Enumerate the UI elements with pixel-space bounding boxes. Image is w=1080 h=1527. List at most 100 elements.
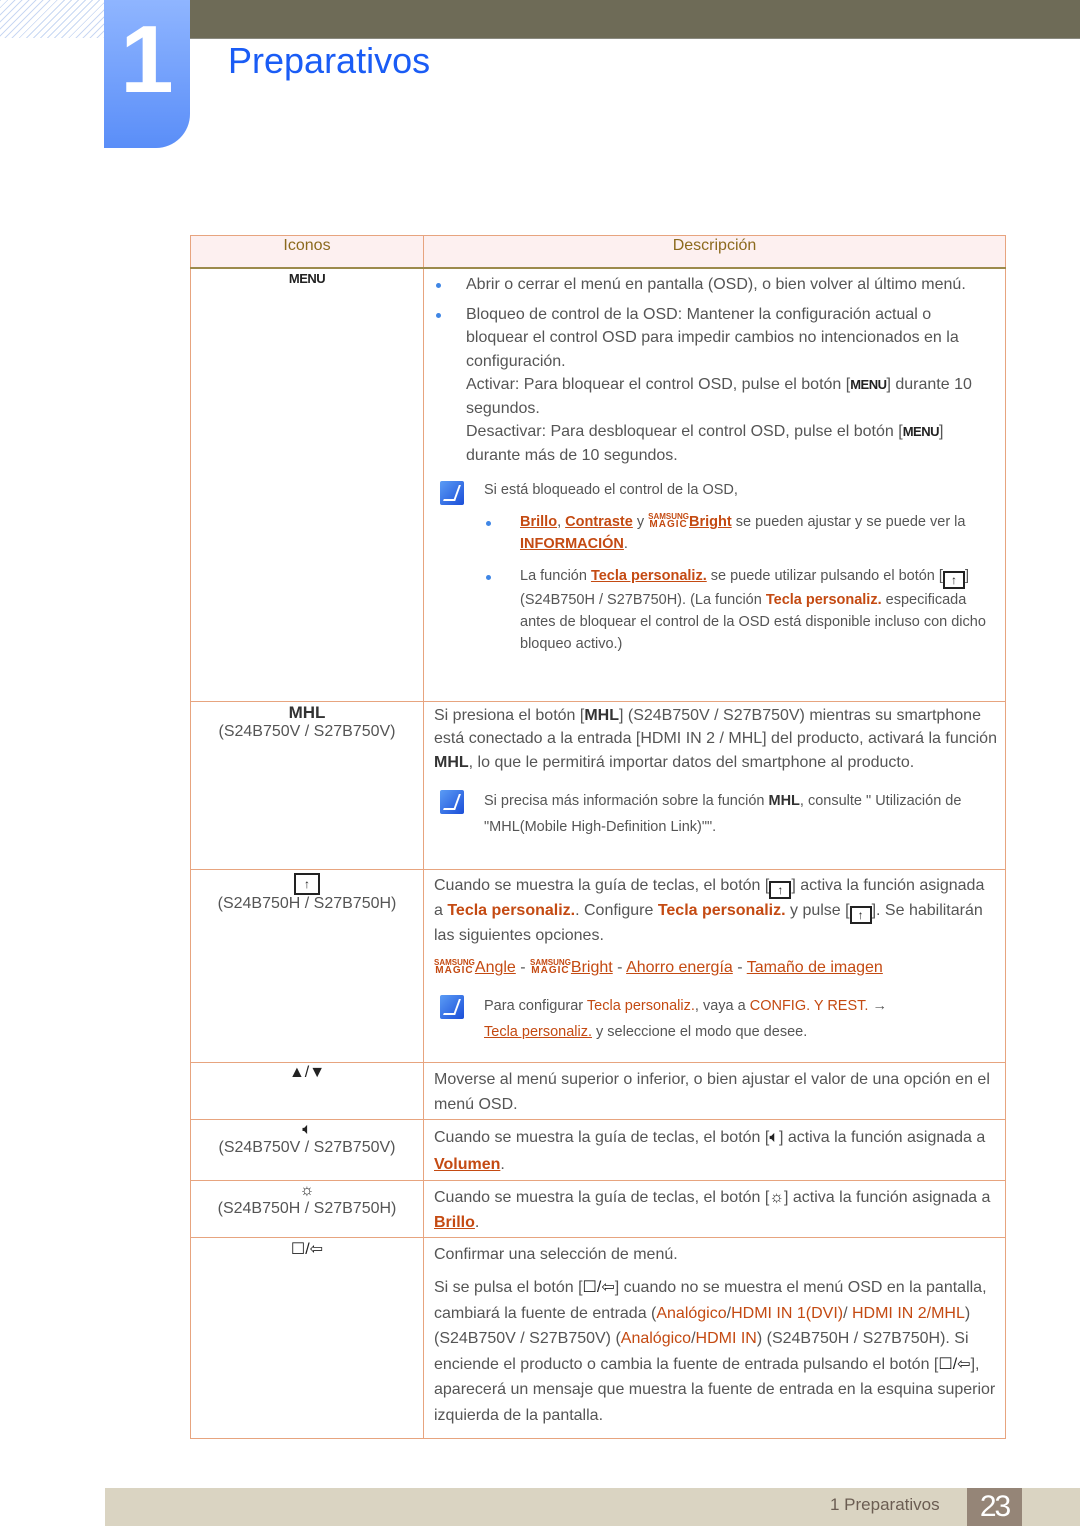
samsung-magic-logo: SAMSUNG MAGIC: [648, 512, 690, 530]
table-row: 🔈︎ (S24B750V / S27B750V) Cuando se muest…: [190, 1118, 1006, 1181]
menu-key-icon: MENU: [902, 424, 940, 439]
custom-key-icon: ↑: [849, 905, 872, 924]
footer-section-title: 1 Preparativos: [830, 1495, 940, 1514]
option-ahorro-energia[interactable]: Ahorro energía: [626, 959, 733, 976]
link-brillo[interactable]: Brillo: [520, 514, 557, 530]
volume-text: ] activa la función asignada a: [778, 1128, 986, 1146]
custom-key-icon: ↑: [769, 880, 792, 899]
table-row: ☐/⇦ Confirmar una selección de menú. Si …: [190, 1236, 1006, 1439]
desc-cell-source: Confirmar una selección de menú. Si se p…: [423, 1236, 1006, 1439]
model-label: (S24B750H / S27B750H): [217, 1199, 397, 1217]
table-row: MENU Abrir o cerrar el menú en pantalla …: [190, 267, 1006, 702]
sep: -: [612, 959, 627, 976]
header-icons: Iconos: [190, 235, 424, 269]
note-mhl: Si precisa más información sobre la func…: [434, 788, 997, 840]
desc-cell-brightness: Cuando se muestra la guía de teclas, el …: [423, 1179, 1006, 1238]
note-pen-icon: [440, 790, 464, 814]
sep: /: [843, 1304, 852, 1322]
custom-options: SAMSUNG MAGIC Angle - SAMSUNG MAGIC Bright -…: [434, 956, 997, 981]
table-header-row: Iconos Descripción: [190, 235, 1006, 269]
custom-key-icon: ↑: [942, 571, 965, 589]
option-tamano-imagen[interactable]: Tamaño de imagen: [747, 959, 883, 976]
highlight-tecla-personaliz: Tecla personaliz.: [447, 901, 576, 919]
period: .: [623, 536, 628, 552]
list-item: Brillo, Contraste y SAMSUNG MAGIC Bright s…: [484, 511, 997, 555]
note-pen-icon: [440, 994, 464, 1019]
header-hatch-pattern: [0, 0, 106, 38]
highlight-analogico: Analógico: [620, 1330, 692, 1347]
model-label: (S24B750H / S27B750H): [217, 894, 397, 912]
link-contraste[interactable]: Contraste: [565, 514, 633, 530]
note-text: La función: [520, 568, 591, 584]
source-enter-icon: ☐/⇦: [290, 1240, 324, 1258]
speaker-icon: 🔈︎: [769, 1128, 779, 1146]
icon-cell-source: ☐/⇦: [190, 1236, 424, 1439]
page-number: 23: [967, 1488, 1022, 1526]
list-item: Abrir o cerrar el menú en pantalla (OSD)…: [434, 273, 997, 297]
updown-text: Moverse al menú superior o inferior, o b…: [434, 1070, 990, 1113]
menu-bullets: Abrir o cerrar el menú en pantalla (OSD)…: [434, 273, 997, 467]
samsung-magic-logo: SAMSUNG MAGIC: [434, 958, 475, 976]
custom-text: y pulse [: [785, 901, 850, 919]
icon-cell-updown: ▲/▼: [190, 1061, 424, 1120]
table-row: ↑ (S24B750H / S27B750H) Cuando se muestr…: [190, 868, 1006, 1063]
speaker-icon: 🔈︎: [302, 1120, 312, 1138]
highlight-config-rest: CONFIG. Y REST.: [749, 997, 869, 1014]
samsung-magic-logo: SAMSUNG MAGIC: [530, 958, 571, 976]
desc-cell-volume: Cuando se muestra la guía de teclas, el …: [423, 1118, 1006, 1181]
option-magic-bright[interactable]: Bright: [571, 959, 613, 976]
sun-icon: ☼: [769, 1188, 784, 1206]
footer-band-end: [1022, 1488, 1080, 1526]
sep: -: [732, 959, 747, 976]
menu-key-icon: MENU: [850, 377, 887, 392]
link-informacion[interactable]: INFORMACIÓN: [520, 536, 624, 552]
arrow-icon: →: [868, 997, 887, 1014]
menu-bullet-2: Bloqueo de control de la OSD: Mantener l…: [466, 305, 959, 370]
highlight-analogico: Analógico: [656, 1304, 727, 1322]
source-enter-icon: ☐/⇦: [582, 1279, 615, 1296]
icon-cell-custom-key: ↑ (S24B750H / S27B750H): [190, 868, 424, 1063]
custom-key-icon: ↑: [294, 872, 320, 895]
up-down-arrows-icon: ▲/▼: [288, 1063, 326, 1081]
link-volumen[interactable]: Volumen: [434, 1156, 500, 1173]
chapter-number: 1: [120, 6, 174, 113]
note-custom-key: Para configurar Tecla personaliz., vaya …: [434, 993, 997, 1045]
mhl-key: MHL: [434, 753, 469, 771]
icon-cell-mhl: MHL (S24B750V / S27B750V): [190, 700, 424, 870]
table-row: ▲/▼ Moverse al menú superior o inferior,…: [190, 1061, 1006, 1120]
icon-description-table: Iconos Descripción MENU Abrir o cerrar e…: [190, 235, 1006, 1439]
list-item: La función Tecla personaliz. se puede ut…: [484, 565, 997, 655]
highlight-tecla-personaliz: Tecla personaliz.: [657, 901, 786, 919]
sep: ,: [557, 514, 566, 530]
icon-cell-menu: MENU: [190, 267, 424, 702]
link-brillo[interactable]: Brillo: [434, 1214, 475, 1231]
note-text: y seleccione el modo que desee.: [592, 1023, 808, 1040]
table-row: ☼ (S24B750H / S27B750H) Cuando se muestr…: [190, 1179, 1006, 1238]
period: .: [474, 1213, 480, 1231]
mhl-key-icon: MHL: [288, 702, 326, 722]
brightness-text: ] activa la función asignada a: [784, 1188, 991, 1206]
custom-text: Cuando se muestra la guía de teclas, el …: [434, 876, 770, 894]
note-text: se pueden ajustar y se puede ver la: [731, 514, 966, 530]
link-tecla-personaliz[interactable]: Tecla personaliz.: [591, 568, 707, 584]
desc-cell-custom-key: Cuando se muestra la guía de teclas, el …: [423, 868, 1006, 1063]
link-bright[interactable]: Bright: [689, 514, 732, 530]
chapter-title: Preparativos: [228, 40, 431, 81]
desc-cell-mhl: Si presiona el botón [MHL] (S24B750V / S…: [423, 700, 1006, 870]
mhl-key: MHL: [584, 706, 619, 724]
mhl-text: Si presiona el botón [: [434, 706, 585, 724]
note-text: se puede utilizar pulsando el botón [: [706, 568, 943, 584]
note-osd-lock: Si está bloqueado el control de la OSD, …: [434, 479, 997, 655]
conj: y: [632, 514, 649, 530]
source-enter-icon: ☐/⇦: [938, 1355, 971, 1373]
desc-cell-updown: Moverse al menú superior o inferior, o b…: [423, 1061, 1006, 1120]
highlight-tecla-personaliz: Tecla personaliz.: [765, 592, 882, 608]
icon-cell-brightness: ☼ (S24B750H / S27B750H): [190, 1179, 424, 1238]
table-row: MHL (S24B750V / S27B750V) Si presiona el…: [190, 700, 1006, 870]
option-magic-angle[interactable]: Angle: [475, 959, 516, 976]
header-description: Descripción: [423, 235, 1006, 269]
source-text: Si se pulsa el botón [: [434, 1279, 583, 1296]
note-text: , vaya a: [694, 997, 750, 1014]
highlight-hdmi-in-1: HDMI IN 1(DVI): [731, 1304, 844, 1322]
link-tecla-personaliz[interactable]: Tecla personaliz.: [484, 1024, 592, 1040]
